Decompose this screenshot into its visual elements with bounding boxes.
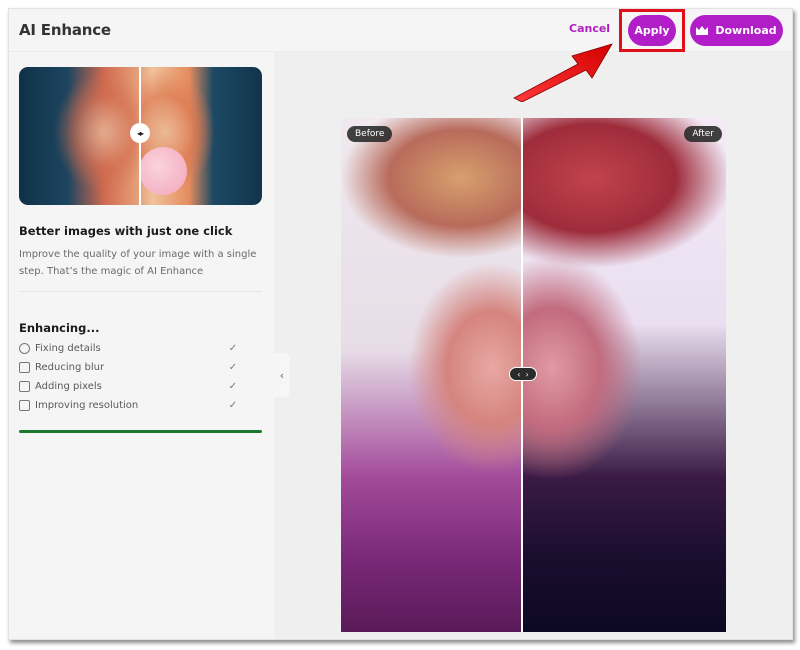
chevron-left-icon: ‹ <box>279 368 285 382</box>
check-icon: ✓ <box>228 343 238 354</box>
page-title: AI Enhance <box>19 21 111 39</box>
step-label: Improving resolution <box>35 400 139 411</box>
bubblegum-shape <box>139 147 187 195</box>
pixels-icon <box>19 381 30 392</box>
section-divider <box>19 291 262 292</box>
progress-bar <box>19 430 262 433</box>
sidebar-panel: ◂▸ Better images with just one click Imp… <box>9 52 274 639</box>
collapse-sidebar-button[interactable]: ‹ <box>274 353 290 397</box>
grid-icon <box>19 362 30 373</box>
step-item: Reducing blur ✓ <box>19 358 239 377</box>
thumbnail-before-half <box>19 67 140 205</box>
step-item: Adding pixels ✓ <box>19 377 239 396</box>
check-icon: ✓ <box>228 400 238 411</box>
annotation-arrow-icon <box>513 43 613 102</box>
cancel-button[interactable]: Cancel <box>569 22 610 35</box>
promo-thumbnail: ◂▸ <box>19 67 262 205</box>
resolution-icon <box>19 400 30 411</box>
apply-button[interactable]: Apply <box>628 15 676 46</box>
before-badge: Before <box>347 126 393 142</box>
progress-fill <box>19 430 262 433</box>
chevron-left-icon: ‹ <box>517 369 521 379</box>
status-title: Enhancing... <box>19 321 100 335</box>
thumbnail-compare-handle-icon: ◂▸ <box>130 123 150 143</box>
crown-icon <box>696 26 709 35</box>
check-icon: ✓ <box>228 381 238 392</box>
step-label: Adding pixels <box>35 381 102 392</box>
enhance-steps-list: Fixing details ✓ Reducing blur ✓ Adding … <box>19 339 239 415</box>
promo-title: Better images with just one click <box>19 224 233 238</box>
step-item: Improving resolution ✓ <box>19 396 239 415</box>
download-button[interactable]: Download <box>690 15 783 46</box>
chevron-right-icon: › <box>525 369 529 379</box>
after-badge: After <box>684 126 722 142</box>
step-label: Reducing blur <box>35 362 105 373</box>
face-icon <box>19 343 30 354</box>
after-image <box>522 118 726 632</box>
step-item: Fixing details ✓ <box>19 339 239 358</box>
preview-area: ‹ › Before After <box>274 52 792 639</box>
promo-description: Improve the quality of your image with a… <box>19 249 257 277</box>
header-bar: AI Enhance Cancel Apply Download <box>9 9 792 52</box>
compare-slider-handle[interactable]: ‹ › <box>509 367 537 381</box>
before-after-compare[interactable]: ‹ › Before After <box>341 118 726 632</box>
download-label: Download <box>715 24 777 37</box>
ai-enhance-window: AI Enhance Cancel Apply Download ◂▸ Bett… <box>8 8 793 640</box>
step-label: Fixing details <box>35 343 101 354</box>
check-icon: ✓ <box>228 362 238 373</box>
before-image <box>341 118 522 632</box>
